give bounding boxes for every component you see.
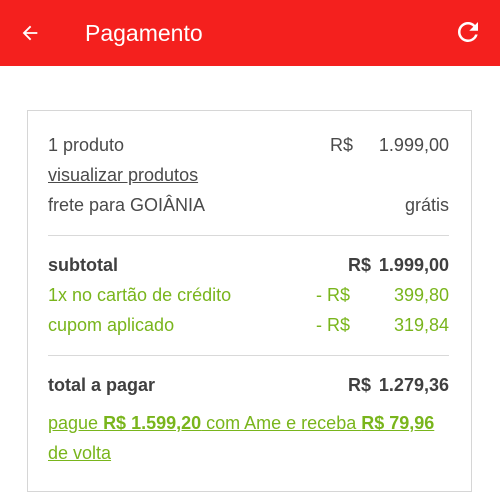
total-row: total a pagar R$ 1.279,36: [48, 373, 449, 397]
app-bar: Pagamento: [0, 0, 500, 66]
credit-card-label: 1x no cartão de crédito: [48, 285, 232, 305]
page-title: Pagamento: [85, 20, 203, 46]
ame-suffix: de volta: [48, 443, 112, 463]
subtotal-currency: R$: [348, 255, 372, 275]
total-amount: 1.279,36: [378, 375, 449, 395]
back-button[interactable]: [14, 17, 46, 49]
coupon-row: cupom aplicado - R$ 319,84: [48, 313, 449, 337]
shipping-label: frete para GOIÂNIA: [48, 195, 206, 215]
view-products-row: visualizar produtos: [48, 163, 449, 187]
ame-middle: com Ame e receba: [201, 413, 362, 433]
shipping-row: frete para GOIÂNIA grátis: [48, 193, 449, 217]
ame-cashback-link[interactable]: pague R$ 1.599,20 com Ame e receba R$ 79…: [48, 408, 449, 468]
total-label: total a pagar: [48, 375, 156, 395]
ame-cashback-amount: R$ 79,96: [361, 413, 435, 433]
view-products-link[interactable]: visualizar produtos: [48, 163, 198, 187]
refresh-icon: [457, 21, 478, 42]
coupon-label: cupom aplicado: [48, 315, 175, 335]
credit-card-amount: 399,80: [393, 285, 449, 305]
divider: [48, 355, 449, 356]
order-summary-card: 1 produto R$ 1.999,00 visualizar produto…: [27, 110, 472, 492]
total-currency: R$: [348, 375, 372, 395]
products-label: 1 produto: [48, 135, 125, 155]
divider: [48, 235, 449, 236]
refresh-button[interactable]: [452, 16, 484, 48]
ame-pay-amount: R$ 1.599,20: [103, 413, 202, 433]
coupon-currency: - R$: [316, 315, 351, 335]
products-amount: 1.999,00: [378, 135, 449, 155]
subtotal-label: subtotal: [48, 255, 118, 275]
coupon-amount: 319,84: [393, 315, 449, 335]
subtotal-row: subtotal R$ 1.999,00: [48, 253, 449, 277]
products-row: 1 produto R$ 1.999,00: [48, 133, 449, 157]
subtotal-amount: 1.999,00: [378, 255, 449, 275]
products-currency: R$: [330, 135, 354, 155]
shipping-value: grátis: [404, 195, 449, 215]
credit-card-discount-row: 1x no cartão de crédito - R$ 399,80: [48, 283, 449, 307]
credit-card-currency: - R$: [316, 285, 351, 305]
arrow-left-icon: [22, 25, 38, 41]
ame-prefix: pague: [48, 413, 104, 433]
